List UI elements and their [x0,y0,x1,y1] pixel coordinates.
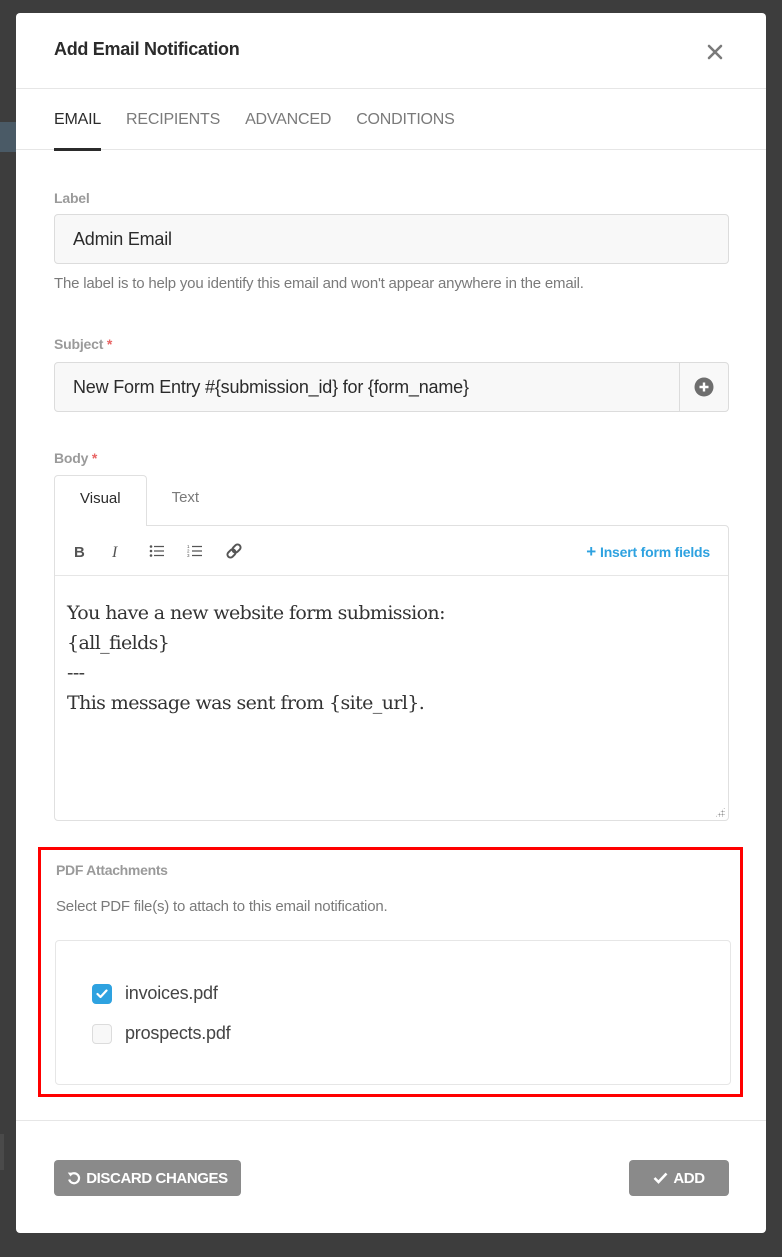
editor-line: You have a new website form submission: [67,602,445,624]
label-help-text: The label is to help you identify this e… [54,275,584,292]
add-email-notification-modal: Add Email Notification EMAIL RECIPIENTS … [16,13,766,1233]
subject-label-text: Subject [54,336,104,352]
editor-toolbar: B I 1 2 3 + Insert form fields [55,526,728,576]
editor-line: --- [67,662,85,684]
editor-tab-text[interactable]: Text [147,475,225,526]
insert-form-fields-button[interactable]: + Insert form fields [586,542,710,562]
modal-title: Add Email Notification [54,39,240,59]
background-box [0,1134,4,1170]
pdf-file-name: prospects.pdf [125,1023,231,1043]
svg-text:B: B [74,544,85,559]
close-button[interactable] [700,37,730,67]
body-editor: B I 1 2 3 + Insert form fields You have … [54,525,729,821]
subject-input-value: New Form Entry #{submission_id} for {for… [73,377,469,397]
checkbox-checked[interactable] [92,983,112,1004]
background-chip [0,122,16,152]
add-label: ADD [673,1169,705,1187]
pdf-file-name: invoices.pdf [125,983,218,1003]
italic-button[interactable]: I [107,536,145,566]
editor-line: {all_fields} [67,632,170,654]
check-icon [96,988,108,998]
close-icon [707,44,723,60]
pdf-attachments-section: PDF Attachments Select PDF file(s) to at… [38,847,743,1097]
add-button[interactable]: ADD [629,1160,729,1196]
discard-changes-button[interactable]: DISCARD CHANGES [54,1160,241,1196]
check-icon [653,1172,668,1184]
bullet-list-button[interactable] [145,536,183,566]
insert-form-fields-label: Insert form fields [600,544,710,560]
body-label-text: Body [54,450,89,466]
modal-footer: DISCARD CHANGES ADD [16,1120,766,1233]
subject-field-label: Subject * [54,336,112,352]
label-field-label: Label [54,190,90,206]
bold-button[interactable]: B [69,536,107,566]
discard-changes-label: DISCARD CHANGES [86,1169,228,1187]
tab-advanced[interactable]: ADVANCED [245,89,331,150]
subject-input[interactable]: New Form Entry #{submission_id} for {for… [54,362,729,412]
pdf-file-option-invoices[interactable]: invoices.pdf [92,983,218,1004]
pdf-attachments-help: Select PDF file(s) to attach to this ema… [56,898,388,915]
body-field-label: Body * [54,450,97,466]
insert-merge-tag-button[interactable] [679,363,728,411]
plus-circle-icon [694,377,714,397]
numbered-list-icon: 1 2 3 [187,544,202,558]
svg-text:3: 3 [187,553,190,558]
link-button[interactable] [221,536,259,566]
bold-icon: B [74,544,85,559]
italic-icon: I [111,544,118,559]
required-mark: * [91,450,98,466]
pdf-file-list: invoices.pdf prospects.pdf [55,940,731,1085]
required-mark: * [106,336,113,352]
numbered-list-button[interactable]: 1 2 3 [183,536,221,566]
tab-email[interactable]: EMAIL [54,89,101,151]
label-input[interactable]: Admin Email [54,214,729,264]
undo-icon [68,1172,81,1185]
editor-line: This message was sent from {site_url}. [67,692,425,714]
editor-content[interactable]: You have a new website form submission: … [55,576,728,740]
modal-tabs: EMAIL RECIPIENTS ADVANCED CONDITIONS [16,89,766,151]
editor-mode-tabs: Visual Text [54,475,225,526]
link-icon [226,542,242,559]
tab-conditions[interactable]: CONDITIONS [356,89,455,150]
bullet-list-icon [149,544,164,557]
pdf-file-option-prospects[interactable]: prospects.pdf [92,1023,231,1044]
resize-handle[interactable] [715,807,725,817]
modal-header: Add Email Notification [16,13,766,89]
pdf-attachments-label: PDF Attachments [56,862,168,878]
plus-icon: + [586,542,597,561]
checkbox-unchecked[interactable] [92,1023,112,1044]
editor-tab-visual[interactable]: Visual [54,475,147,526]
svg-text:I: I [111,544,118,559]
tab-recipients[interactable]: RECIPIENTS [126,89,220,150]
